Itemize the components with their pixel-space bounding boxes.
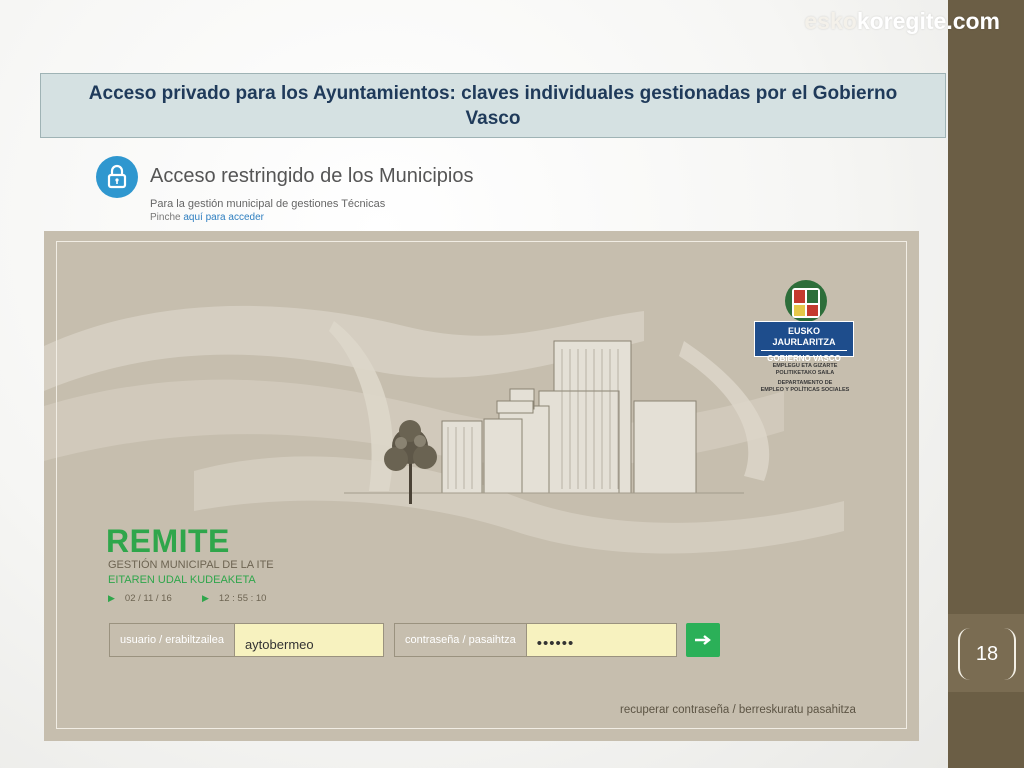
username-label: usuario / erabiltzailea bbox=[110, 624, 235, 656]
logo-plate: EUSKO JAURLARITZA GOBIERNO VASCO bbox=[754, 321, 854, 363]
arrow-right-icon bbox=[695, 635, 711, 645]
app-subtitle-eu: EITAREN UDAL KUDEAKETA bbox=[108, 574, 256, 586]
gobierno-vasco-logo: EUSKO JAURLARITZA GOBIERNO VASCO EMPLEGU… bbox=[752, 279, 860, 409]
coat-of-arms-icon bbox=[785, 280, 827, 322]
password-input[interactable]: •••••• bbox=[526, 624, 676, 656]
app-subtitle-es: GESTIÓN MUNICIPAL DE LA ITE bbox=[108, 559, 274, 571]
restricted-access-heading: Acceso restringido de los Municipios bbox=[150, 165, 474, 187]
bullet-arrow-icon: ▶ bbox=[108, 593, 115, 603]
logo-dept-es: DEPARTAMENTO DE EMPLEO Y POLÍTICAS SOCIA… bbox=[760, 380, 850, 393]
access-link[interactable]: aquí para acceder bbox=[183, 212, 264, 223]
username-input[interactable]: aytobermeo bbox=[234, 624, 383, 656]
recover-password-link[interactable]: recuperar contraseña / berreskuratu pasa… bbox=[620, 704, 856, 716]
lock-icon[interactable] bbox=[96, 156, 138, 198]
slide-title: Acceso privado para los Ayuntamientos: c… bbox=[40, 73, 946, 138]
date-display: ▶ 02 / 11 / 16 bbox=[108, 593, 172, 604]
app-name: REMITE bbox=[106, 523, 230, 559]
time-display: ▶ 12 : 55 : 10 bbox=[202, 593, 267, 604]
username-field[interactable]: usuario / erabiltzailea aytobermeo bbox=[109, 623, 384, 657]
login-submit-button[interactable] bbox=[686, 623, 720, 657]
password-label: contraseña / pasaihtza bbox=[395, 624, 527, 656]
logo-dept-eu: EMPLEGU ETA GIZARTE POLITIKETAKO SAILA bbox=[772, 363, 838, 376]
page-number: 18 bbox=[958, 628, 1016, 680]
restricted-access-click-text: Pinche aquí para acceder bbox=[150, 212, 264, 223]
restricted-access-subtitle: Para la gestión municipal de gestiones T… bbox=[150, 198, 386, 210]
bullet-arrow-icon: ▶ bbox=[202, 593, 209, 603]
password-field[interactable]: contraseña / pasaihtza •••••• bbox=[394, 623, 677, 657]
remite-login-screen: EUSKO JAURLARITZA GOBIERNO VASCO EMPLEGU… bbox=[44, 231, 919, 741]
watermark: eskokoregite.com bbox=[804, 8, 1000, 34]
